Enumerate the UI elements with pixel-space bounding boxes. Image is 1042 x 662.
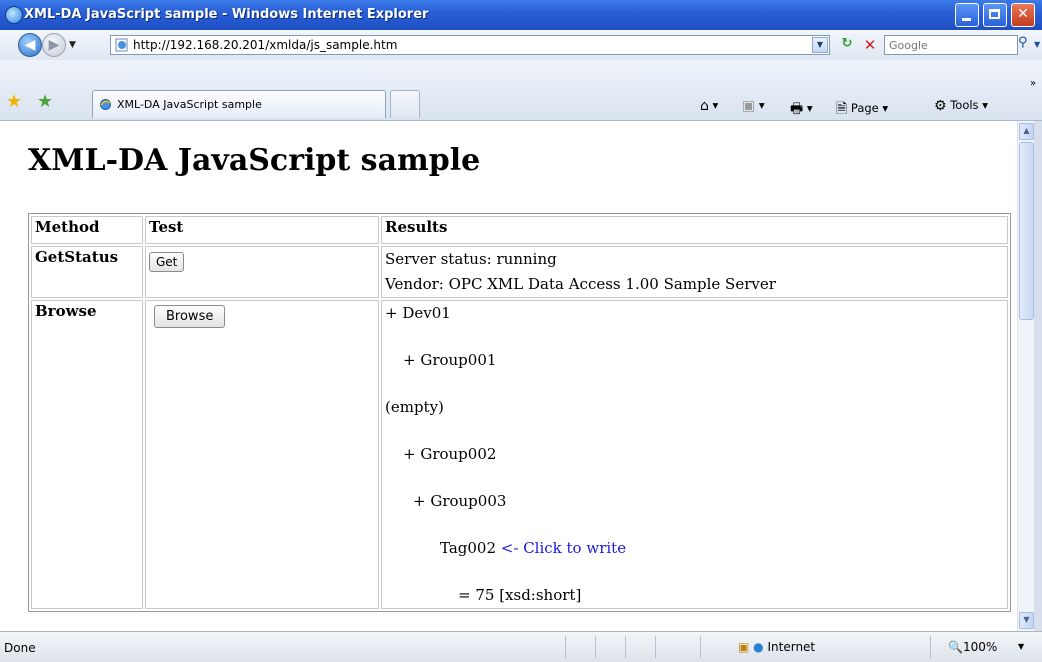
results-browse: + Dev01 + Group001 (empty) + Group002 + … [381, 300, 1008, 609]
search-box[interactable] [884, 35, 1018, 55]
add-favorites-icon[interactable]: ★ [37, 91, 53, 112]
tree-item-tag002: Tag002 <- Click to write [385, 537, 1004, 560]
minimize-button[interactable] [955, 3, 979, 27]
column-header-results: Results [381, 216, 1008, 244]
vendor-text: Vendor: OPC XML Data Access 1.00 Sample … [385, 275, 776, 293]
stop-icon[interactable]: ✕ [860, 36, 880, 54]
home-icon: ⌂ [700, 98, 709, 114]
new-tab-button[interactable] [390, 90, 420, 118]
scroll-down-icon[interactable]: ▼ [1019, 612, 1034, 629]
security-zone[interactable]: ▣ ● Internet [738, 640, 815, 654]
tab-toolbar: ★ ★ XML-DA JavaScript sample ⌂ ▾ ▣ ▾ 🖶 ▾… [0, 60, 1042, 121]
tree-empty-text: (empty) [385, 398, 444, 416]
tree-node-dev01[interactable]: + Dev01 [385, 302, 1004, 325]
tree-node-group003[interactable]: + Group003 [385, 490, 1004, 513]
tools-menu-label: Tools [950, 98, 979, 112]
ie-logo-icon [5, 6, 23, 24]
address-dropdown-icon[interactable]: ▼ [812, 37, 828, 53]
browse-button[interactable]: Browse [154, 305, 226, 328]
page-menu-label: Page [850, 101, 879, 115]
page-menu-icon: 🗎 [836, 101, 848, 117]
column-header-test: Test [145, 216, 379, 244]
printer-icon: 🖶 [790, 101, 804, 117]
results-getstatus: Server status: running Vendor: OPC XML D… [381, 246, 1008, 298]
scroll-up-icon[interactable]: ▲ [1019, 123, 1034, 140]
scrollbar-thumb[interactable] [1019, 142, 1034, 320]
tree-node-group002[interactable]: + Group002 [385, 443, 1004, 466]
gear-icon: ⚙ [934, 98, 947, 114]
zone-label: Internet [767, 640, 816, 654]
tree-node-group001[interactable]: + Group001 [385, 349, 1004, 372]
search-options-dropdown-icon[interactable]: ▼ [1034, 40, 1040, 49]
tag002-value: = 75 [xsd:short] [458, 586, 582, 604]
page-menu-button[interactable]: 🗎 Page ▾ [836, 98, 888, 122]
page-title: XML-DA JavaScript sample [28, 143, 481, 178]
test-cell-getstatus: Get [145, 246, 379, 298]
method-browse: Browse [31, 300, 143, 609]
column-header-method: Method [31, 216, 143, 244]
page-content: XML-DA JavaScript sample Method Test Res… [0, 121, 1017, 631]
rss-feed-icon: ▣ [742, 98, 756, 114]
status-bar: Done ▣ ● Internet 🔍100% ▼ [0, 631, 1042, 662]
method-getstatus: GetStatus [31, 246, 143, 298]
recent-pages-dropdown-icon[interactable]: ▼ [69, 40, 76, 50]
feeds-button[interactable]: ▣ ▾ [742, 98, 765, 114]
tools-menu-button[interactable]: ⚙ Tools ▾ [934, 98, 988, 114]
vertical-scrollbar[interactable]: ▲ ▼ [1017, 121, 1035, 631]
address-toolbar: ◀ ▶ ▼ http://192.168.20.201/xmlda/js_sam… [0, 30, 1042, 61]
page-icon [115, 38, 128, 52]
search-input[interactable] [885, 36, 1013, 54]
home-button[interactable]: ⌂ ▾ [700, 98, 718, 114]
back-button[interactable]: ◀ [18, 33, 42, 57]
window-title-bar: XML-DA JavaScript sample - Windows Inter… [0, 0, 1042, 30]
server-status-text: Server status: running [385, 250, 557, 268]
zoom-dropdown-icon[interactable]: ▼ [1018, 642, 1024, 651]
zoom-control[interactable]: 🔍100% [948, 640, 997, 654]
refresh-icon[interactable]: ↻ [837, 36, 857, 54]
test-cell-browse: Browse [145, 300, 379, 609]
methods-table: Method Test Results GetStatus Get Server… [28, 213, 1011, 612]
lock-warning-icon: ▣ [738, 640, 750, 654]
forward-button[interactable]: ▶ [42, 33, 66, 57]
get-button[interactable]: Get [149, 252, 185, 272]
tag002-label: Tag002 [440, 539, 497, 557]
search-icon[interactable]: ⚲ [1018, 35, 1034, 55]
table-row-getstatus: GetStatus Get Server status: running Ven… [31, 246, 1008, 298]
maximize-button[interactable] [983, 3, 1007, 27]
toolbar-overflow-icon[interactable]: » [1030, 78, 1036, 89]
zoom-level: 100% [962, 640, 998, 654]
address-url[interactable]: http://192.168.20.201/xmlda/js_sample.ht… [133, 38, 397, 52]
favorites-star-icon[interactable]: ★ [6, 91, 22, 112]
window-title: XML-DA JavaScript sample - Windows Inter… [24, 7, 429, 22]
globe-icon: ● [753, 640, 764, 654]
address-bar[interactable]: http://192.168.20.201/xmlda/js_sample.ht… [110, 35, 830, 55]
zoom-icon: 🔍 [948, 640, 963, 654]
print-button[interactable]: 🖶 ▾ [790, 98, 813, 122]
table-row-browse: Browse Browse + Dev01 + Group001 (empty)… [31, 300, 1008, 609]
tab-active[interactable]: XML-DA JavaScript sample [92, 90, 386, 118]
close-window-button[interactable]: ✕ [1011, 3, 1035, 27]
click-to-write-link[interactable]: <- Click to write [501, 539, 626, 557]
table-header-row: Method Test Results [31, 216, 1008, 244]
status-text: Done [4, 641, 36, 655]
tab-label: XML-DA JavaScript sample [117, 98, 262, 111]
window-frame-edge [1034, 121, 1042, 631]
ie-page-icon [100, 99, 111, 110]
